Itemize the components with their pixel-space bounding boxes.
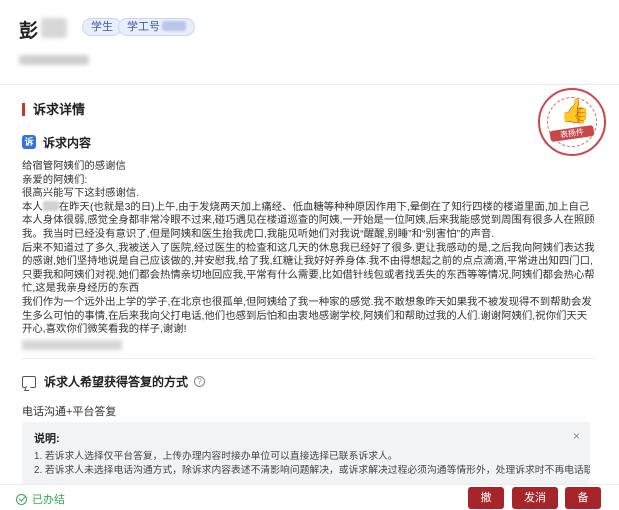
user-subinfo-redacted [19, 55, 89, 65]
send-message-button[interactable]: 发消息 [512, 487, 558, 509]
content-line: 很高兴能写下这封感谢信. [22, 188, 140, 200]
status-indicator: 已办结 [16, 491, 65, 507]
close-icon[interactable]: × [573, 429, 580, 443]
notice-line: 1. 若诉求人选择仅平台答复，上传办理内容时接办单位可以直接选择已联系诉求人。 [34, 451, 398, 462]
notice-title: 说明: [34, 433, 60, 445]
content-paragraph: 我们作为一个远外出上学的学子,在北京也很孤单,但阿姨给了我一种家的感觉.我不敢想… [22, 296, 592, 336]
content-label: 诉求内容 [43, 135, 92, 150]
complaint-icon: 诉 [22, 135, 36, 149]
section-title: 诉求详情 [22, 103, 85, 116]
student-tag: 学生 [82, 18, 122, 36]
chat-icon [22, 375, 36, 388]
user-name-redacted [41, 18, 67, 38]
notice-box: 说明: 1. 若诉求人选择仅平台答复，上传办理内容时接办单位可以直接选择已联系诉… [22, 422, 590, 484]
content-line: 给宿管阿姨们的感谢信 [22, 161, 126, 172]
help-icon[interactable]: ? [194, 376, 206, 387]
header-divider [0, 84, 619, 85]
check-circle-icon [16, 493, 27, 505]
signature-redacted [22, 339, 122, 350]
student-id-redacted [162, 21, 186, 31]
name-redacted [42, 200, 59, 211]
footer-bar: 已办结 撤销 发消息 备注 [0, 484, 619, 510]
reply-method-header: 诉求人希望获得答复的方式 ? [22, 373, 206, 390]
reply-method-label: 诉求人希望获得答复的方式 [44, 375, 189, 389]
student-id-tag: 学工号 [118, 18, 195, 36]
content-text: 在昨天(也就是3的日)上午,由于发烧两天加上痛经、低血糖等种种原因作用下,晕倒在… [22, 201, 595, 240]
content-signature [22, 337, 596, 355]
content-line: 亲爱的阿姨们: [22, 174, 88, 186]
content-paragraph: 后来不知道过了多久,我被送入了医院,经过医生的检查和这几天的休息我已经好了很多.… [22, 242, 595, 295]
content-header: 诉 诉求内容 [22, 134, 91, 150]
user-header: 彭 学生 学工号 [0, 0, 619, 84]
notice-line: 2. 若诉求人未选择电话沟通方式，除诉求内容表述不清影响问题解决，或诉求解决过程… [34, 465, 590, 476]
remark-button[interactable]: 备注 [565, 487, 601, 509]
section-divider [22, 358, 596, 359]
status-text: 已办结 [32, 494, 65, 506]
content-prefix: 本人 [22, 201, 43, 213]
content-paragraph: 本人 在昨天(也就是3的日)上午,由于发烧两天加上痛经、低血糖等种种原因作用下,晕… [22, 200, 596, 242]
praise-stamp: 👍 表扬件 [538, 88, 606, 156]
reply-method-value: 电话沟通+平台答复 [22, 406, 117, 418]
user-name: 彭 [19, 21, 39, 42]
complaint-content: 给宿管阿姨们的感谢信 亲爱的阿姨们: 很高兴能写下这封感谢信. 本人 在昨天(也就… [22, 160, 596, 354]
withdraw-button[interactable]: 撤销 [468, 487, 504, 509]
thumbs-up-icon: 👍 [560, 98, 590, 125]
student-id-label: 学工号 [127, 21, 160, 33]
